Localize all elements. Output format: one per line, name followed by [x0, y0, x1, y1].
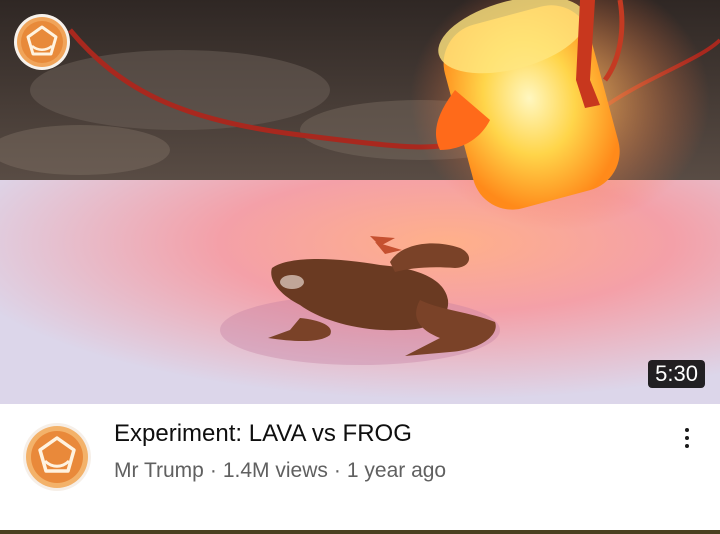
view-count: 1.4M views — [222, 459, 328, 482]
video-duration-badge: 5:30 — [648, 360, 705, 388]
more-dot — [685, 444, 689, 448]
channel-name[interactable]: Mr Trump — [114, 459, 204, 482]
video-thumbnail[interactable]: 5:30 — [0, 0, 720, 404]
video-meta: Experiment: LAVA vs FROG Mr Trump · 1.4M v… — [0, 404, 720, 530]
separator-dot: · — [333, 459, 341, 482]
more-options-icon[interactable] — [672, 420, 702, 456]
video-title[interactable]: Experiment: LAVA vs FROG — [114, 420, 412, 448]
upload-age: 1 year ago — [346, 459, 447, 482]
channel-avatar-icon[interactable] — [22, 422, 92, 492]
next-item-edge — [0, 530, 720, 534]
more-dot — [685, 436, 689, 440]
channel-logo-icon — [14, 14, 70, 70]
more-dot — [685, 428, 689, 432]
video-subtitle: Mr Trump · 1.4M views · 1 year ago — [114, 459, 446, 483]
thumbnail-image — [0, 0, 720, 404]
separator-dot: · — [209, 459, 217, 482]
